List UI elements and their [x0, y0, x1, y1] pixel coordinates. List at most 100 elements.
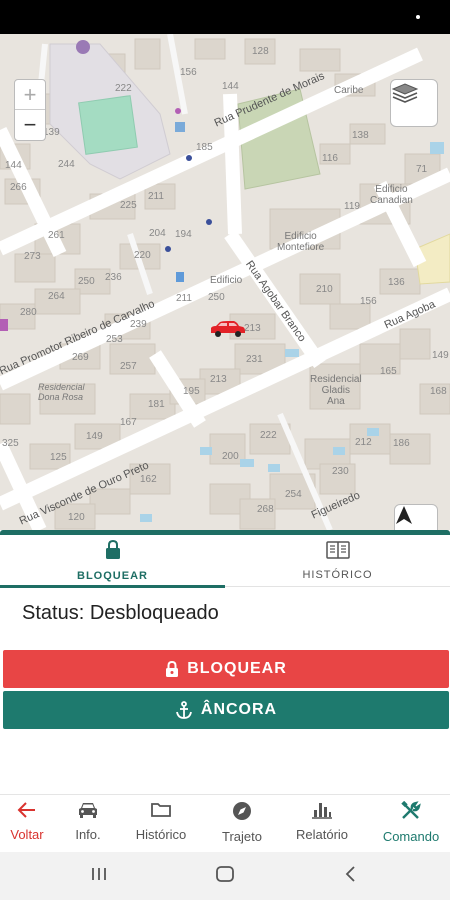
status-text: Status: Desbloqueado — [22, 602, 219, 624]
tab-bloquear[interactable]: BLOQUEAR — [0, 535, 225, 588]
house-number: 280 — [20, 307, 37, 318]
map-view[interactable]: Rua Prudente de Morais Rua Promotor Ribe… — [0, 34, 450, 530]
nav-command-label: Comando — [382, 829, 440, 844]
house-number: 128 — [252, 46, 269, 57]
house-number: 165 — [380, 366, 397, 377]
block-button[interactable]: BLOQUEAR — [3, 650, 449, 688]
house-number: 125 — [50, 452, 67, 463]
house-number: 144 — [5, 160, 22, 171]
house-number: 250 — [208, 292, 225, 303]
nav-route[interactable]: Trajeto — [202, 801, 282, 844]
house-number: 168 — [430, 386, 447, 397]
zoom-in-button[interactable]: + — [15, 80, 45, 110]
anchor-button[interactable]: ÂNCORA — [3, 691, 449, 729]
house-number: 200 — [222, 451, 239, 462]
car-icon — [77, 801, 99, 824]
house-number: 222 — [260, 430, 277, 441]
house-number: 181 — [148, 399, 165, 410]
tab-bar: BLOQUEAR HISTÓRICO — [0, 535, 450, 588]
house-number: 195 — [183, 386, 200, 397]
house-number: 149 — [86, 431, 103, 442]
house-number: 230 — [332, 466, 349, 477]
anchor-button-label: ÂNCORA — [200, 701, 278, 718]
house-number: 273 — [24, 251, 41, 262]
house-number: 71 — [416, 164, 428, 175]
house-number: 225 — [120, 200, 137, 211]
house-number: 253 — [106, 334, 123, 345]
house-number: 220 — [134, 250, 151, 261]
history-book-icon — [325, 541, 350, 564]
nav-info[interactable]: Info. — [48, 801, 128, 842]
arrow-left-icon — [17, 801, 37, 824]
bottom-nav: Voltar Info. Histórico Trajeto Relatório… — [0, 794, 450, 852]
house-number: 266 — [10, 182, 27, 193]
house-number: 325 — [2, 438, 19, 449]
block-button-label: BLOQUEAR — [187, 660, 287, 677]
system-nav-bar — [0, 852, 450, 900]
house-number: 211 — [176, 293, 192, 304]
nav-history[interactable]: Histórico — [121, 801, 201, 842]
house-number: 138 — [352, 130, 369, 141]
house-number: 136 — [388, 277, 405, 288]
nav-command[interactable]: Comando — [371, 800, 450, 844]
locate-button[interactable] — [394, 504, 438, 530]
zoom-control: + − — [14, 79, 46, 141]
recent-apps-button[interactable] — [84, 864, 114, 888]
house-number: 269 — [72, 352, 89, 363]
nav-info-label: Info. — [75, 827, 101, 842]
house-number: 257 — [120, 361, 137, 372]
house-number: 120 — [68, 512, 85, 523]
house-number: 162 — [140, 474, 157, 485]
place-label-montefiore: Edificio Montefiore — [277, 231, 325, 253]
house-number: 149 — [432, 350, 449, 361]
house-number: 144 — [222, 81, 239, 92]
house-number: 250 — [78, 276, 95, 287]
nav-route-label: Trajeto — [222, 829, 262, 844]
house-number: 231 — [246, 354, 263, 365]
nav-history-label: Histórico — [135, 827, 187, 842]
house-number: 116 — [322, 153, 338, 164]
house-number: 239 — [130, 319, 147, 330]
house-number: 261 — [48, 230, 65, 241]
place-label-edificio: Edificio — [210, 275, 243, 286]
folder-icon — [150, 801, 172, 824]
house-number: 186 — [393, 438, 410, 449]
lock-icon — [165, 660, 179, 678]
tools-icon — [400, 800, 422, 826]
place-label-caribe: Caribe — [334, 85, 364, 96]
house-number: 236 — [105, 272, 122, 283]
place-label-dona-rosa: Residencial Dona Rosa — [38, 382, 85, 402]
house-number: 268 — [257, 504, 274, 515]
tab-active-indicator — [0, 585, 225, 588]
recent-apps-icon — [90, 866, 108, 887]
place-label-canadian: Edificio Canadian — [370, 184, 413, 206]
home-icon — [215, 865, 235, 888]
house-number: 185 — [196, 142, 213, 153]
nav-report[interactable]: Relatório — [282, 801, 362, 842]
house-number: 213 — [210, 374, 227, 385]
tab-historico[interactable]: HISTÓRICO — [225, 535, 450, 587]
house-number: 156 — [180, 67, 197, 78]
house-number: 264 — [48, 291, 65, 302]
zoom-out-button[interactable]: − — [15, 110, 45, 140]
status-bar — [0, 0, 450, 34]
nav-report-label: Relatório — [295, 827, 349, 842]
house-number: 212 — [355, 437, 372, 448]
chevron-left-icon — [344, 865, 358, 888]
anchor-icon — [175, 701, 193, 719]
lock-icon — [105, 539, 121, 565]
house-number: 119 — [344, 201, 360, 212]
back-button[interactable] — [336, 864, 366, 888]
tab-bloquear-label: BLOQUEAR — [77, 570, 148, 582]
house-number: 167 — [120, 417, 137, 428]
tab-historico-label: HISTÓRICO — [302, 569, 373, 581]
bar-chart-icon — [312, 801, 332, 824]
home-button[interactable] — [210, 864, 240, 888]
compass-icon — [232, 801, 252, 826]
house-number: 156 — [360, 296, 377, 307]
house-number: 210 — [316, 284, 333, 295]
layers-button[interactable] — [390, 79, 438, 127]
house-number: 204 — [149, 228, 166, 239]
house-number: 213 — [244, 323, 261, 334]
nav-back-label: Voltar — [10, 827, 44, 842]
